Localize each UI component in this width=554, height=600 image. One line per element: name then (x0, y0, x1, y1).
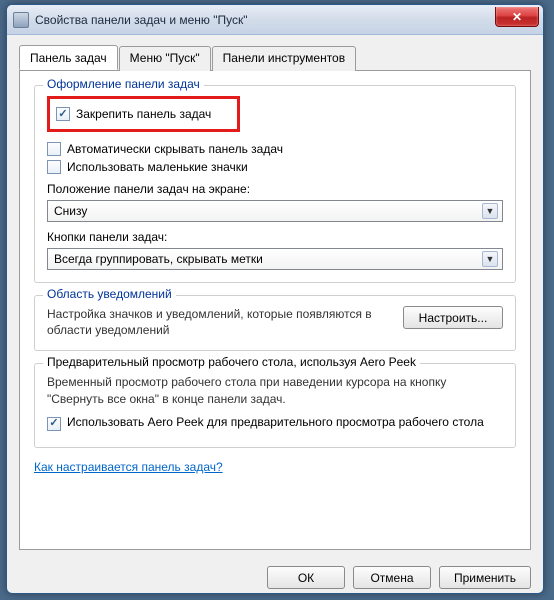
apply-button[interactable]: Применить (439, 566, 531, 589)
row-small-icons[interactable]: Использовать маленькие значки (47, 160, 503, 174)
dialog-window: Свойства панели задач и меню "Пуск" ✕ Па… (6, 4, 544, 594)
group-appearance: Оформление панели задач Закрепить панель… (34, 85, 516, 283)
label-aero-peek: Использовать Aero Peek для предварительн… (67, 415, 484, 429)
dropdown-position-value: Снизу (54, 204, 87, 218)
titlebar[interactable]: Свойства панели задач и меню "Пуск" ✕ (7, 5, 543, 35)
highlight-lock-taskbar: Закрепить панель задач (47, 96, 240, 132)
group-notif-legend: Область уведомлений (43, 287, 176, 301)
window-title: Свойства панели задач и меню "Пуск" (35, 13, 248, 27)
close-icon: ✕ (512, 10, 522, 24)
label-autohide: Автоматически скрывать панель задач (67, 142, 283, 156)
ok-button[interactable]: ОК (267, 566, 345, 589)
group-notification-area: Область уведомлений Настройка значков и … (34, 295, 516, 351)
row-lock-taskbar[interactable]: Закрепить панель задач (56, 107, 211, 121)
checkbox-lock-taskbar[interactable] (56, 107, 70, 121)
row-aero-peek[interactable]: Использовать Aero Peek для предварительн… (47, 415, 503, 431)
group-aero-peek: Предварительный просмотр рабочего стола,… (34, 363, 516, 447)
group-aero-legend: Предварительный просмотр рабочего стола,… (43, 355, 420, 369)
checkbox-small-icons[interactable] (47, 160, 61, 174)
tab-pane-taskbar: Оформление панели задач Закрепить панель… (19, 70, 531, 550)
tab-start-menu[interactable]: Меню "Пуск" (119, 46, 211, 71)
row-autohide[interactable]: Автоматически скрывать панель задач (47, 142, 503, 156)
tab-strip: Панель задач Меню "Пуск" Панели инструме… (19, 46, 531, 71)
close-button[interactable]: ✕ (495, 7, 539, 27)
customize-button[interactable]: Настроить... (403, 306, 503, 329)
tab-taskbar[interactable]: Панель задач (19, 45, 118, 70)
dialog-button-row: ОК Отмена Применить (7, 558, 543, 591)
label-buttons: Кнопки панели задач: (47, 230, 503, 244)
help-link[interactable]: Как настраивается панель задач? (34, 460, 223, 474)
cancel-button[interactable]: Отмена (353, 566, 431, 589)
group-appearance-legend: Оформление панели задач (43, 77, 204, 91)
dropdown-buttons[interactable]: Всегда группировать, скрывать метки ▼ (47, 248, 503, 270)
aero-desc: Временный просмотр рабочего стола при на… (47, 374, 503, 406)
label-position: Положение панели задач на экране: (47, 182, 503, 196)
tab-toolbars[interactable]: Панели инструментов (212, 46, 356, 71)
chevron-down-icon: ▼ (482, 251, 498, 267)
client-area: Панель задач Меню "Пуск" Панели инструме… (7, 35, 543, 558)
label-lock-taskbar: Закрепить панель задач (76, 107, 211, 121)
chevron-down-icon: ▼ (482, 203, 498, 219)
notif-desc: Настройка значков и уведомлений, которые… (47, 306, 393, 338)
dropdown-position[interactable]: Снизу ▼ (47, 200, 503, 222)
dropdown-buttons-value: Всегда группировать, скрывать метки (54, 252, 263, 266)
app-icon (13, 12, 29, 28)
checkbox-aero-peek[interactable] (47, 417, 61, 431)
label-small-icons: Использовать маленькие значки (67, 160, 248, 174)
checkbox-autohide[interactable] (47, 142, 61, 156)
